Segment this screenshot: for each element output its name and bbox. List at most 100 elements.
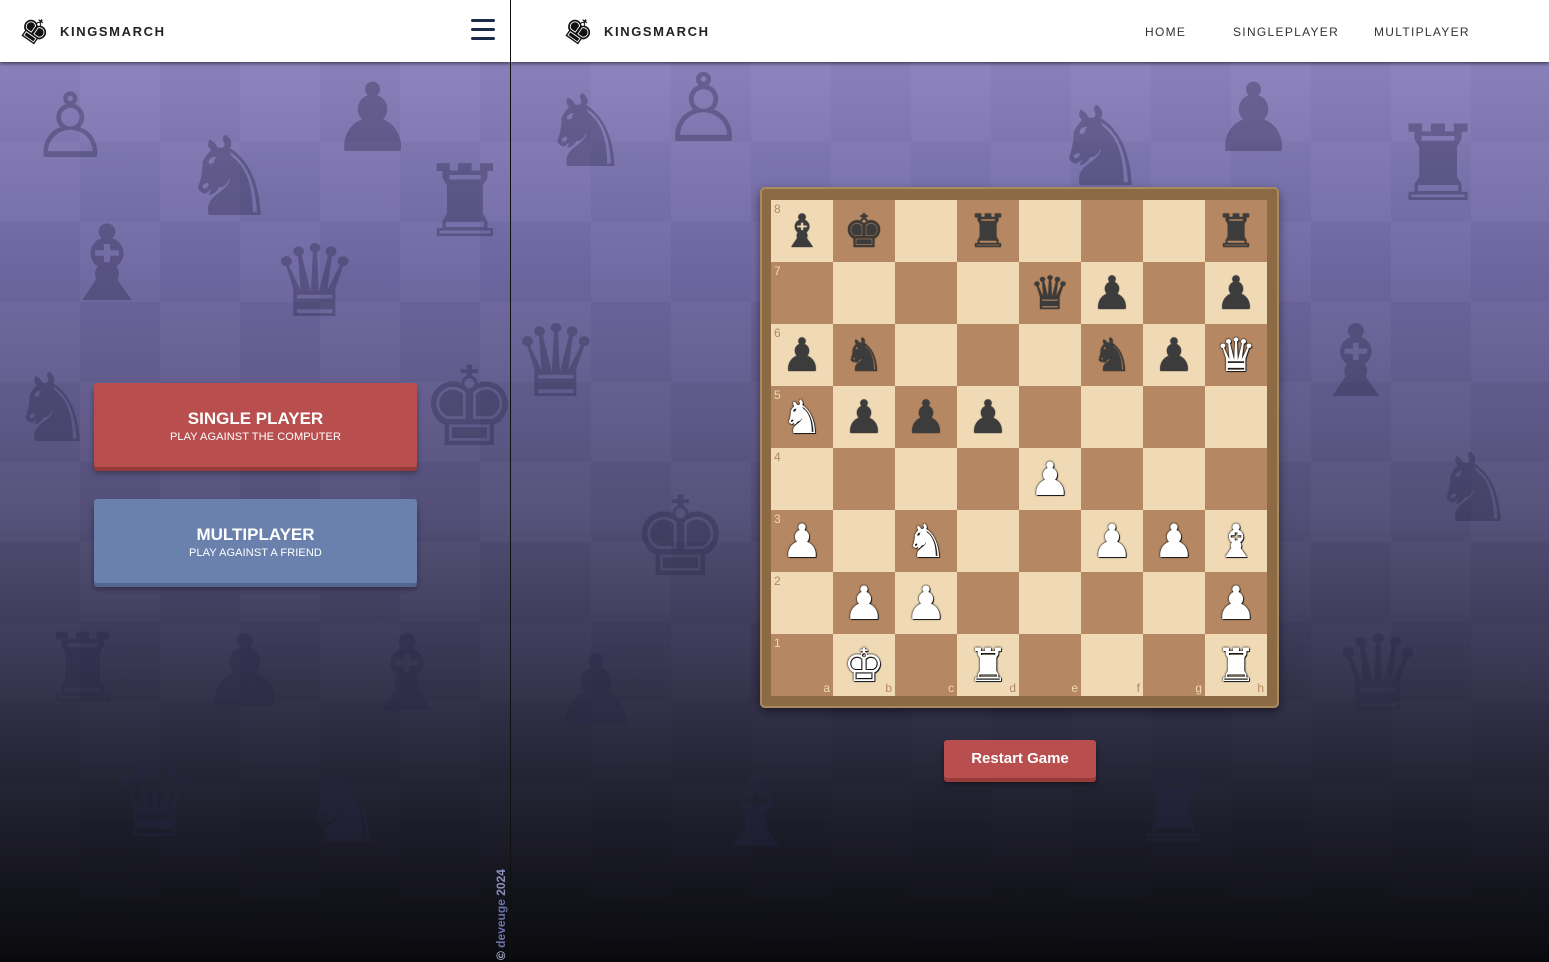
- square-f7[interactable]: ♟: [1081, 262, 1143, 324]
- square-b2[interactable]: ♟: [833, 572, 895, 634]
- square-a5[interactable]: 5 ♞: [771, 386, 833, 448]
- white-bishop-icon[interactable]: ♝: [1205, 510, 1267, 572]
- square-c5[interactable]: ♟: [895, 386, 957, 448]
- square-h8[interactable]: ♜: [1205, 200, 1267, 262]
- square-h3[interactable]: ♝: [1205, 510, 1267, 572]
- square-e8[interactable]: [1019, 200, 1081, 262]
- white-pawn-icon[interactable]: ♟: [1019, 448, 1081, 510]
- square-b3[interactable]: [833, 510, 895, 572]
- black-rook-icon[interactable]: ♜: [957, 200, 1019, 262]
- square-c6[interactable]: [895, 324, 957, 386]
- square-g3[interactable]: ♟: [1143, 510, 1205, 572]
- square-e3[interactable]: [1019, 510, 1081, 572]
- square-a4[interactable]: 4: [771, 448, 833, 510]
- square-a6[interactable]: 6 ♟: [771, 324, 833, 386]
- square-h2[interactable]: ♟: [1205, 572, 1267, 634]
- square-e7[interactable]: ♛: [1019, 262, 1081, 324]
- nav-multiplayer[interactable]: MULTIPLAYER: [1374, 25, 1470, 39]
- square-c1[interactable]: c: [895, 634, 957, 696]
- square-g6[interactable]: ♟: [1143, 324, 1205, 386]
- black-bishop-icon[interactable]: ♝: [771, 200, 833, 262]
- white-pawn-icon[interactable]: ♟: [895, 572, 957, 634]
- white-pawn-icon[interactable]: ♟: [771, 510, 833, 572]
- black-pawn-icon[interactable]: ♟: [771, 324, 833, 386]
- square-f1[interactable]: f: [1081, 634, 1143, 696]
- square-e6[interactable]: [1019, 324, 1081, 386]
- chessboard[interactable]: 8 ♝ ♚ ♜ ♜ 7 ♛ ♟ ♟ 6 ♟ ♞ ♞ ♟ ♛ 5 ♞ ♟ ♟ ♟ 4 ♟ 3 ♟ ♞ ♟ ♟ ♝ 2 ♟ ♟ ♟ 1 a b ♚ c d ♜ e…: [771, 200, 1267, 696]
- square-d7[interactable]: [957, 262, 1019, 324]
- white-knight-icon[interactable]: ♞: [771, 386, 833, 448]
- restart-game-button[interactable]: Restart Game: [944, 740, 1096, 778]
- black-queen-icon[interactable]: ♛: [1019, 262, 1081, 324]
- square-g8[interactable]: [1143, 200, 1205, 262]
- square-a1[interactable]: 1a: [771, 634, 833, 696]
- square-h1[interactable]: h ♜: [1205, 634, 1267, 696]
- white-king-icon[interactable]: ♚: [833, 634, 895, 696]
- nav-singleplayer[interactable]: SINGLEPLAYER: [1233, 25, 1339, 39]
- copyright-author[interactable]: deveuge: [494, 899, 508, 948]
- black-king-icon[interactable]: ♚: [833, 200, 895, 262]
- square-h5[interactable]: [1205, 386, 1267, 448]
- square-g5[interactable]: [1143, 386, 1205, 448]
- white-pawn-icon[interactable]: ♟: [1081, 510, 1143, 572]
- square-g4[interactable]: [1143, 448, 1205, 510]
- white-pawn-icon[interactable]: ♟: [1205, 572, 1267, 634]
- single-player-button[interactable]: SINGLE PLAYER PLAY AGAINST THE COMPUTER: [94, 383, 417, 467]
- square-d1[interactable]: d ♜: [957, 634, 1019, 696]
- square-e4[interactable]: ♟: [1019, 448, 1081, 510]
- square-d5[interactable]: ♟: [957, 386, 1019, 448]
- square-d4[interactable]: [957, 448, 1019, 510]
- square-b8[interactable]: ♚: [833, 200, 895, 262]
- white-pawn-icon[interactable]: ♟: [833, 572, 895, 634]
- hamburger-menu-icon[interactable]: [471, 19, 495, 41]
- square-b6[interactable]: ♞: [833, 324, 895, 386]
- square-c7[interactable]: [895, 262, 957, 324]
- black-pawn-icon[interactable]: ♟: [1081, 262, 1143, 324]
- square-a3[interactable]: 3 ♟: [771, 510, 833, 572]
- square-c3[interactable]: ♞: [895, 510, 957, 572]
- square-e5[interactable]: [1019, 386, 1081, 448]
- square-c2[interactable]: ♟: [895, 572, 957, 634]
- square-f5[interactable]: [1081, 386, 1143, 448]
- multiplayer-button[interactable]: MULTIPLAYER PLAY AGAINST A FRIEND: [94, 499, 417, 583]
- white-pawn-icon[interactable]: ♟: [1143, 510, 1205, 572]
- white-rook-icon[interactable]: ♜: [957, 634, 1019, 696]
- square-g7[interactable]: [1143, 262, 1205, 324]
- square-d2[interactable]: [957, 572, 1019, 634]
- square-f8[interactable]: [1081, 200, 1143, 262]
- white-queen-icon[interactable]: ♛: [1205, 324, 1267, 386]
- square-h7[interactable]: ♟: [1205, 262, 1267, 324]
- square-d3[interactable]: [957, 510, 1019, 572]
- square-f3[interactable]: ♟: [1081, 510, 1143, 572]
- square-b7[interactable]: [833, 262, 895, 324]
- black-pawn-icon[interactable]: ♟: [957, 386, 1019, 448]
- square-c4[interactable]: [895, 448, 957, 510]
- white-knight-icon[interactable]: ♞: [895, 510, 957, 572]
- black-pawn-icon[interactable]: ♟: [895, 386, 957, 448]
- square-b4[interactable]: [833, 448, 895, 510]
- black-pawn-icon[interactable]: ♟: [1205, 262, 1267, 324]
- brand[interactable]: ♚ KINGSMARCH: [554, 6, 710, 56]
- nav-home[interactable]: HOME: [1145, 25, 1186, 39]
- square-a8[interactable]: 8 ♝: [771, 200, 833, 262]
- square-b5[interactable]: ♟: [833, 386, 895, 448]
- black-knight-icon[interactable]: ♞: [1081, 324, 1143, 386]
- square-a2[interactable]: 2: [771, 572, 833, 634]
- square-g2[interactable]: [1143, 572, 1205, 634]
- square-f2[interactable]: [1081, 572, 1143, 634]
- square-a7[interactable]: 7: [771, 262, 833, 324]
- square-f4[interactable]: [1081, 448, 1143, 510]
- black-pawn-icon[interactable]: ♟: [1143, 324, 1205, 386]
- square-h4[interactable]: [1205, 448, 1267, 510]
- square-f6[interactable]: ♞: [1081, 324, 1143, 386]
- black-pawn-icon[interactable]: ♟: [833, 386, 895, 448]
- square-c8[interactable]: [895, 200, 957, 262]
- square-e1[interactable]: e: [1019, 634, 1081, 696]
- square-b1[interactable]: b ♚: [833, 634, 895, 696]
- brand[interactable]: ♚ KINGSMARCH: [10, 6, 166, 56]
- white-rook-icon[interactable]: ♜: [1205, 634, 1267, 696]
- black-rook-icon[interactable]: ♜: [1205, 200, 1267, 262]
- square-d6[interactable]: [957, 324, 1019, 386]
- square-d8[interactable]: ♜: [957, 200, 1019, 262]
- square-h6[interactable]: ♛: [1205, 324, 1267, 386]
